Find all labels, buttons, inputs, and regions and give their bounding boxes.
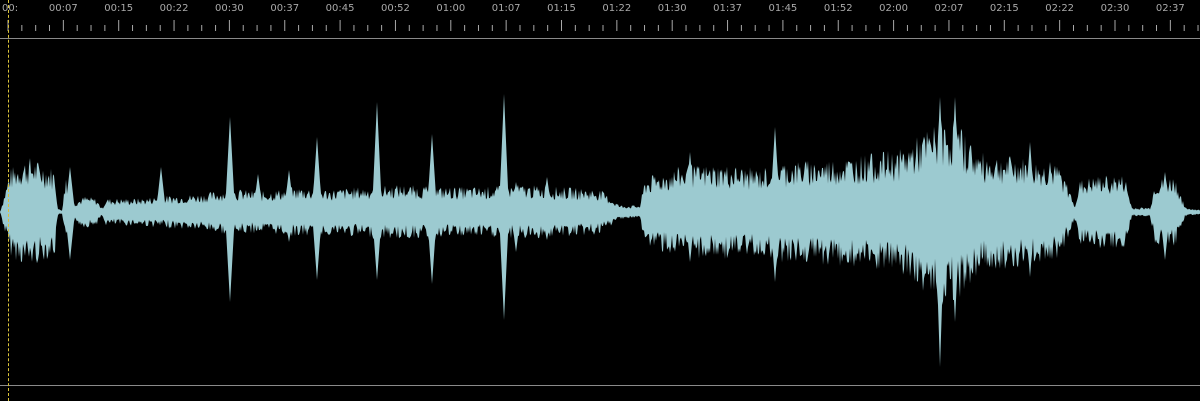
tick-label: 02:22 (1045, 3, 1075, 14)
tick-label: 00:37 (270, 3, 300, 14)
tick-label: 00:07 (48, 3, 78, 14)
tick-label: 00:52 (381, 3, 410, 14)
tick-label: 02:37 (1155, 3, 1185, 14)
waveform-shape (0, 94, 1200, 367)
tick-label: 00:15 (104, 3, 134, 14)
tick-label: 01:00 (436, 3, 466, 14)
tick-label: 01:15 (547, 3, 576, 14)
tick-label: 00: (2, 3, 19, 14)
waveform (0, 94, 1200, 367)
tick-label: 01:45 (768, 3, 798, 14)
tick-label: 02:07 (934, 3, 964, 14)
tick-label: 00:45 (325, 3, 355, 14)
tick-label: 01:30 (657, 3, 687, 14)
waveform-track[interactable] (0, 39, 1200, 385)
tick-label: 02:00 (879, 3, 909, 14)
tick-label: 01:07 (491, 3, 521, 14)
playhead-marker-icon[interactable] (8, 0, 9, 401)
bottom-divider (0, 385, 1200, 386)
time-ruler[interactable]: 00: 00:07 00:15 00:22 00:30 00:37 00:45 00:52 01… (0, 0, 1200, 38)
tick-label: 01:22 (602, 3, 632, 14)
tick-label: 01:52 (823, 3, 853, 14)
tick-label: 00:22 (159, 3, 189, 14)
tick-label: 01:37 (713, 3, 742, 14)
tick-label: 02:30 (1100, 3, 1130, 14)
tick-label: 02:15 (989, 3, 1019, 14)
tick-label: 00:30 (214, 3, 244, 14)
